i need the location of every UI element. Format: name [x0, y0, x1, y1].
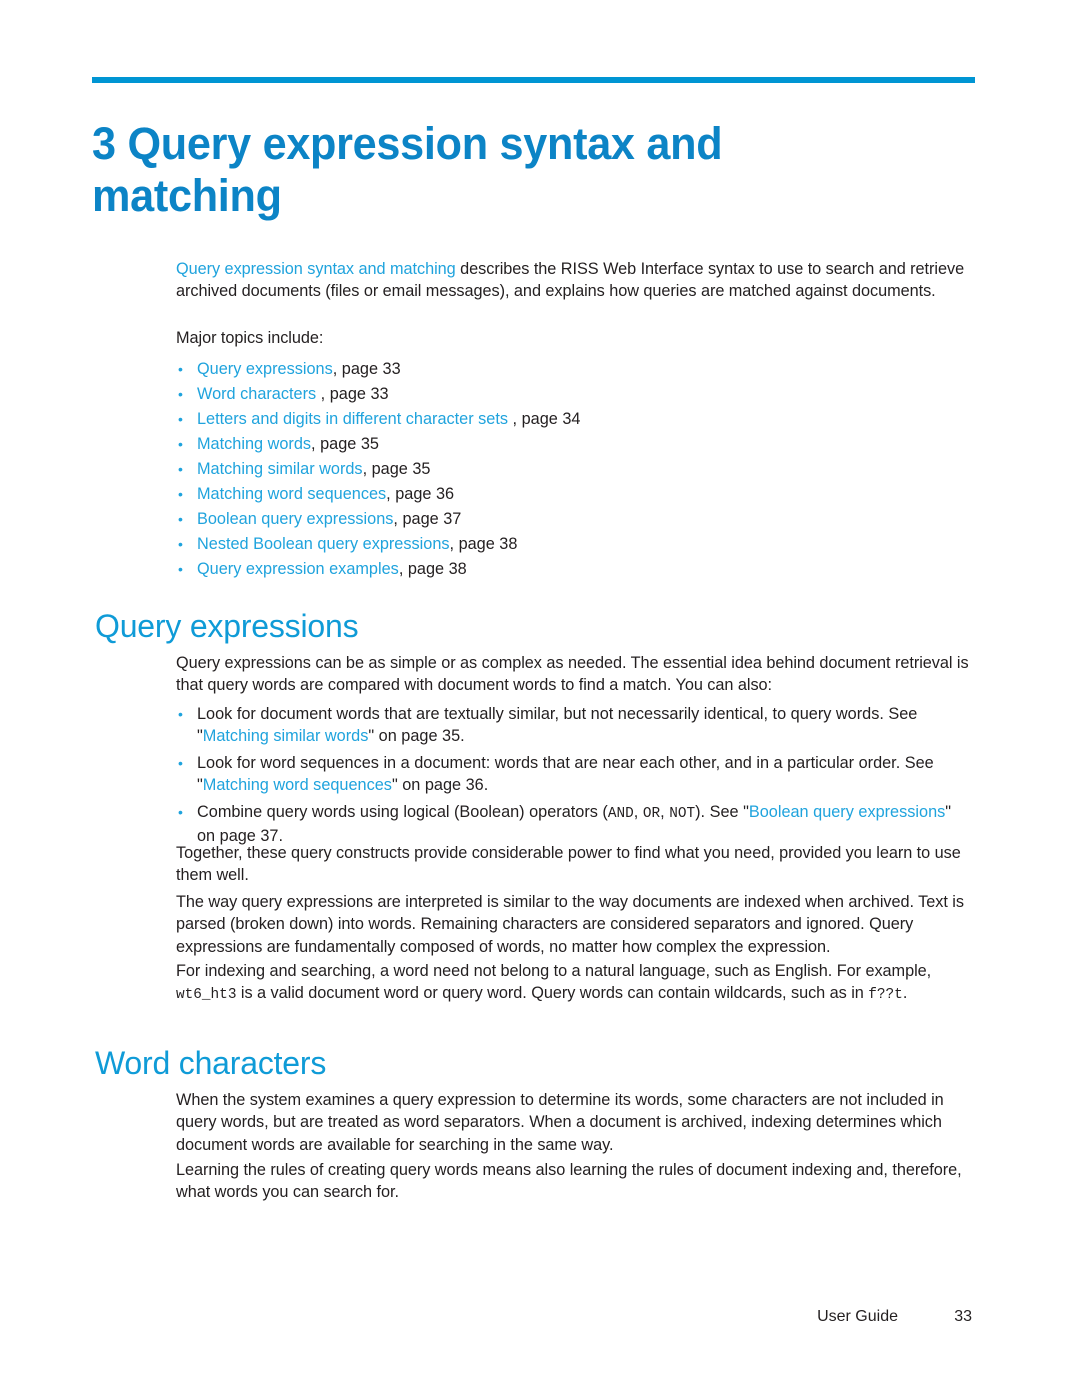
- topic-link[interactable]: Matching similar words: [197, 460, 363, 478]
- intro-block: Query expression syntax and matching des…: [176, 258, 972, 303]
- list-item[interactable]: Word characters , page 33: [176, 382, 972, 407]
- word-characters-para1-block: When the system examines a query express…: [176, 1089, 972, 1156]
- topic-link[interactable]: Query expressions: [197, 360, 333, 378]
- paragraph-indexing-mid: is a valid document word or query word. …: [236, 984, 869, 1003]
- list-item[interactable]: Letters and digits in different characte…: [176, 407, 972, 432]
- paragraph-way-block: The way query expressions are interprete…: [176, 891, 972, 958]
- footer-page-number: 33: [954, 1308, 972, 1325]
- bullet-xref-link[interactable]: Matching word sequences: [203, 776, 392, 794]
- topic-page: , page 33: [332, 360, 401, 378]
- word-characters-paragraph-1: When the system examines a query express…: [176, 1091, 944, 1154]
- list-item[interactable]: Nested Boolean query expressions, page 3…: [176, 532, 972, 557]
- operator-and: AND: [607, 805, 634, 822]
- intro-chapter-link[interactable]: Query expression syntax and matching: [176, 260, 456, 278]
- topic-link[interactable]: Matching word sequences: [197, 485, 386, 503]
- topic-link[interactable]: Word characters: [197, 385, 316, 403]
- paragraph-together-block: Together, these query constructs provide…: [176, 842, 972, 887]
- bullet-text-mid: ). See ": [695, 802, 749, 821]
- bullet-text-post: " on page 36.: [391, 776, 489, 795]
- bullet-text-pre: Combine query words using logical (Boole…: [197, 802, 608, 821]
- intro-paragraph: Query expression syntax and matching des…: [176, 258, 972, 303]
- paragraph-indexing-pre: For indexing and searching, a word need …: [176, 962, 932, 980]
- paragraph-indexing-post: .: [902, 984, 908, 1003]
- topic-link[interactable]: Nested Boolean query expressions: [197, 535, 450, 553]
- topics-list-block: Query expressions, page 33 Word characte…: [176, 357, 972, 582]
- list-item[interactable]: Matching similar words, page 35: [176, 457, 972, 482]
- list-item[interactable]: Query expression examples, page 38: [176, 557, 972, 582]
- topic-page: , page 35: [311, 435, 379, 453]
- word-characters-para2-block: Learning the rules of creating query wor…: [176, 1159, 972, 1204]
- topic-link[interactable]: Boolean query expressions: [197, 510, 393, 528]
- operator-or: OR: [642, 805, 661, 822]
- topic-link[interactable]: Query expression examples: [197, 560, 399, 578]
- topic-page: , page 35: [362, 460, 431, 478]
- example-word-code: wt6_ht3: [176, 987, 237, 1004]
- operator-separator: ,: [660, 802, 670, 821]
- bullet-xref-link[interactable]: Matching similar words: [203, 727, 369, 745]
- example-wildcard-code: f??t: [868, 987, 903, 1004]
- section-heading-word-characters: Word characters: [95, 1045, 327, 1081]
- topics-lead-block: Major topics include:: [176, 327, 972, 349]
- list-item[interactable]: Matching word sequences, page 36: [176, 482, 972, 507]
- query-expressions-bullets-block: Look for document words that are textual…: [176, 703, 972, 851]
- document-page: 3 Query expression syntax and matching Q…: [0, 0, 1080, 1397]
- operator-separator: ,: [633, 802, 643, 821]
- topic-link[interactable]: Letters and digits in different characte…: [197, 410, 508, 428]
- topic-page: , page 38: [398, 560, 467, 578]
- list-item[interactable]: Matching words, page 35: [176, 432, 972, 457]
- word-characters-paragraph-2: Learning the rules of creating query wor…: [176, 1161, 962, 1202]
- chapter-rule-divider: [92, 77, 975, 83]
- list-item: Combine query words using logical (Boole…: [176, 801, 972, 848]
- bullet-text-post: " on page 35.: [368, 727, 465, 746]
- topics-list: Query expressions, page 33 Word characte…: [176, 357, 972, 582]
- topics-lead: Major topics include:: [176, 329, 324, 347]
- list-item[interactable]: Boolean query expressions, page 37: [176, 507, 972, 532]
- topic-page: , page 38: [449, 535, 518, 553]
- section-heading-query-expressions: Query expressions: [95, 608, 359, 644]
- paragraph-together: Together, these query constructs provide…: [176, 844, 961, 885]
- paragraph-indexing: For indexing and searching, a word need …: [176, 960, 972, 1007]
- query-expressions-intro: Query expressions can be as simple or as…: [176, 654, 969, 695]
- query-expressions-intro-block: Query expressions can be as simple or as…: [176, 652, 972, 697]
- topic-page: , page 37: [393, 510, 462, 528]
- paragraph-indexing-block: For indexing and searching, a word need …: [176, 960, 972, 1007]
- query-expressions-bullets: Look for document words that are textual…: [176, 703, 972, 847]
- operator-not: NOT: [669, 805, 696, 822]
- page-footer: User Guide 33: [176, 1308, 972, 1326]
- list-item: Look for document words that are textual…: [176, 703, 972, 748]
- list-item[interactable]: Query expressions, page 33: [176, 357, 972, 382]
- list-item: Look for word sequences in a document: w…: [176, 752, 972, 797]
- paragraph-way: The way query expressions are interprete…: [176, 893, 964, 956]
- topic-page: , page 36: [386, 485, 455, 503]
- bullet-xref-link[interactable]: Boolean query expressions: [749, 803, 945, 821]
- topic-link[interactable]: Matching words: [197, 435, 311, 453]
- topic-page: , page 33: [316, 385, 389, 403]
- topic-page: , page 34: [508, 410, 581, 428]
- chapter-title: 3 Query expression syntax and matching: [92, 118, 723, 222]
- footer-label: User Guide: [817, 1308, 898, 1325]
